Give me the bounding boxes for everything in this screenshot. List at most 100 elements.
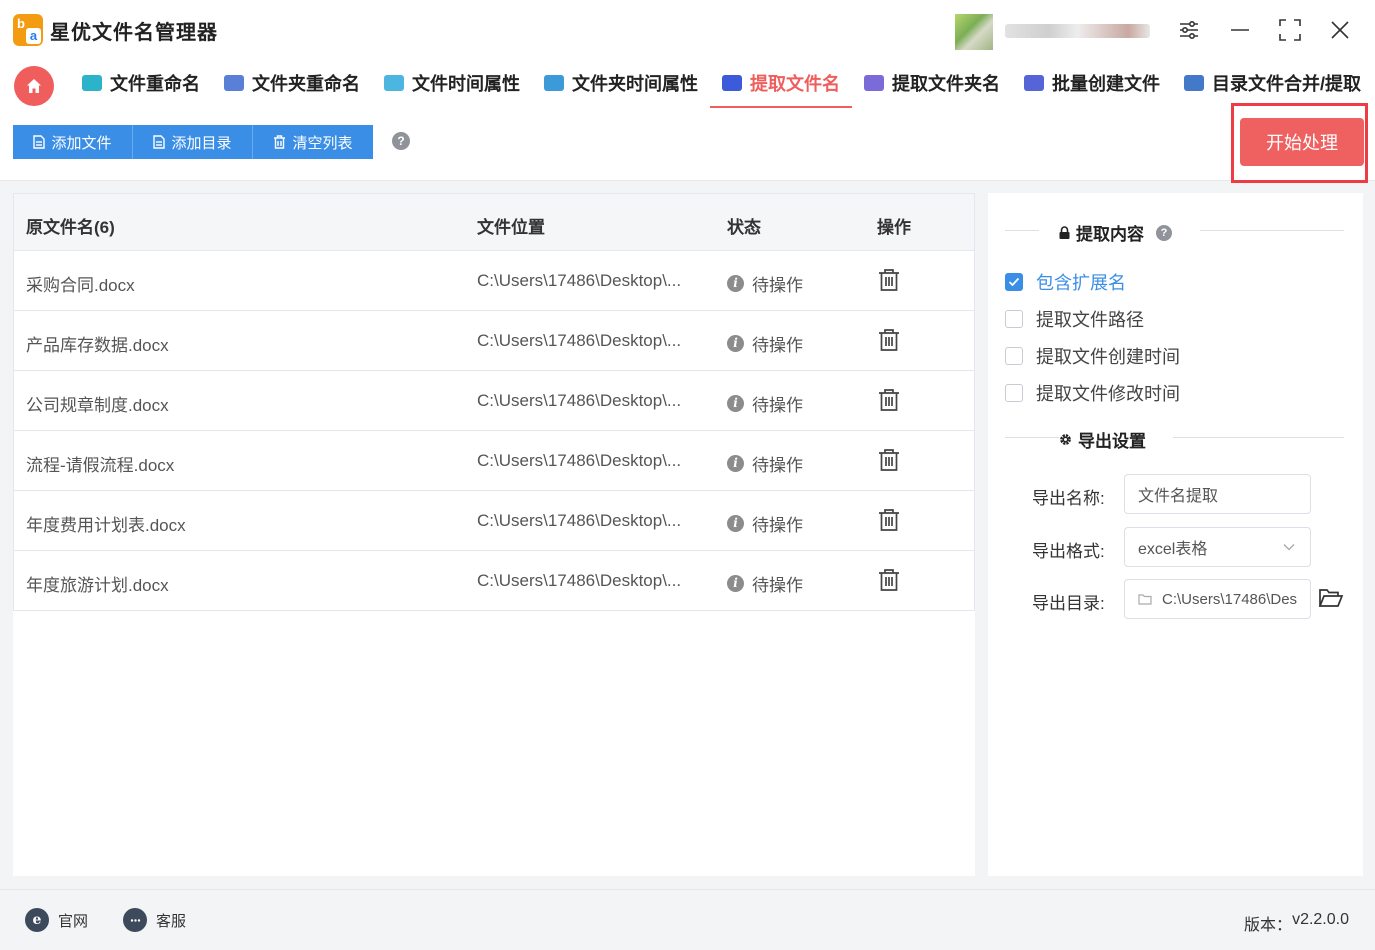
delete-row-button[interactable] [878, 328, 900, 357]
option-label: 提取文件创建时间 [1036, 347, 1180, 367]
extract-content-label: 提取内容 [1076, 225, 1144, 244]
divider [1200, 230, 1344, 231]
option-label: 提取文件修改时间 [1036, 384, 1180, 404]
settings-icon [1180, 20, 1198, 40]
option-checkbox-2[interactable]: 提取文件创建时间 [1005, 343, 1180, 369]
help-icon[interactable]: ? [1156, 224, 1172, 241]
option-label: 包含扩展名 [1036, 273, 1126, 293]
clear-list-button[interactable]: 清空列表 [253, 125, 373, 159]
option-checkbox-0[interactable]: 包含扩展名 [1005, 269, 1126, 295]
delete-row-button[interactable] [878, 508, 900, 537]
checkbox[interactable] [1005, 273, 1023, 291]
nav-tab-0[interactable]: 文件重命名 [70, 60, 212, 106]
logo-letter-b: b [17, 16, 25, 31]
export-name-input[interactable]: 文件名提取 [1124, 474, 1311, 514]
minimize-icon [1231, 29, 1249, 31]
table-row[interactable]: 年度旅游计划.docx C:\Users\17486\Desktop\... i 待操… [13, 551, 975, 611]
gear-icon [1060, 434, 1071, 445]
option-checkbox-1[interactable]: 提取文件路径 [1005, 306, 1144, 332]
status-cell: i 待操作 [727, 511, 803, 536]
minimize-button[interactable] [1222, 12, 1258, 48]
checkbox[interactable] [1005, 310, 1023, 328]
nav-tab-label: 文件夹时间属性 [572, 74, 698, 94]
file-location-cell: C:\Users\17486\Desktop\... [477, 331, 682, 350]
delete-row-button[interactable] [878, 448, 900, 477]
file-time-icon [384, 75, 404, 91]
file-name-cell: 年度旅游计划.docx [26, 576, 169, 595]
nav-tab-label: 文件重命名 [110, 74, 200, 94]
add-file-button[interactable]: 添加文件 [13, 125, 133, 159]
table-header: 原文件名(6) 文件位置 状态 操作 [13, 193, 975, 251]
folder-small-icon [1138, 594, 1152, 605]
nav-tabs: 文件重命名 文件夹重命名 文件时间属性 文件夹时间属性 提取文件名 提取文件夹名 批量创建文… [70, 60, 1373, 110]
info-icon: i [727, 275, 744, 292]
table-row[interactable]: 流程-请假流程.docx C:\Users\17486\Desktop\... i 待… [13, 431, 975, 491]
header-status[interactable]: 状态 [727, 213, 761, 238]
website-link[interactable]: e 官网 [25, 908, 88, 932]
export-format-label: 导出格式: [1032, 542, 1105, 561]
nav-tab-5[interactable]: 提取文件夹名 [852, 60, 1012, 106]
export-format-select[interactable]: excel表格 [1124, 527, 1311, 567]
file-table: 原文件名(6) 文件位置 状态 操作 采购合同.docx C:\Users\174… [13, 193, 975, 876]
option-label: 提取文件路径 [1036, 310, 1144, 330]
divider [1005, 437, 1059, 438]
trash-icon [879, 269, 899, 291]
folder-open-icon [1318, 589, 1344, 607]
user-name-blurred[interactable] [1005, 24, 1150, 38]
status-cell: i 待操作 [727, 571, 803, 596]
nav-tab-2[interactable]: 文件时间属性 [372, 60, 532, 106]
info-icon: i [727, 455, 744, 472]
export-dir-input[interactable]: C:\Users\17486\Des [1124, 579, 1311, 619]
header-file-name[interactable]: 原文件名(6) [26, 213, 115, 238]
start-processing-button[interactable]: 开始处理 [1240, 118, 1364, 166]
table-row[interactable]: 年度费用计划表.docx C:\Users\17486\Desktop\... i 待… [13, 491, 975, 551]
help-icon[interactable]: ? [392, 132, 410, 150]
support-link[interactable]: 客服 [123, 908, 186, 932]
close-button[interactable] [1322, 12, 1358, 48]
status-cell: i 待操作 [727, 391, 803, 416]
export-settings-title: 导出设置 [1058, 427, 1146, 452]
export-name-label: 导出名称: [1032, 489, 1105, 508]
settings-button[interactable] [1171, 12, 1207, 48]
file-location-cell: C:\Users\17486\Desktop\... [477, 511, 682, 530]
delete-row-button[interactable] [878, 388, 900, 417]
nav-tab-7[interactable]: 目录文件合并/提取 [1172, 60, 1373, 106]
extract-content-title: 提取内容 ? [1058, 220, 1172, 245]
option-checkbox-3[interactable]: 提取文件修改时间 [1005, 380, 1180, 406]
status-cell: i 待操作 [727, 271, 803, 296]
rename-folder-icon [224, 75, 244, 91]
add-file-label: 添加文件 [51, 134, 112, 152]
nav-tab-4[interactable]: 提取文件名 [710, 60, 852, 108]
checkbox[interactable] [1005, 347, 1023, 365]
nav-tab-3[interactable]: 文件夹时间属性 [532, 60, 710, 106]
app-logo-icon: b a [13, 14, 43, 46]
nav-tab-1[interactable]: 文件夹重命名 [212, 60, 372, 106]
user-avatar[interactable] [955, 14, 993, 50]
table-row[interactable]: 公司规章制度.docx C:\Users\17486\Desktop\... i 待操… [13, 371, 975, 431]
footer: e 官网 客服 版本： v2.2.0.0 [0, 889, 1375, 950]
checkmark-icon [1008, 277, 1020, 287]
table-row[interactable]: 产品库存数据.docx C:\Users\17486\Desktop\... i 待操… [13, 311, 975, 371]
delete-row-button[interactable] [878, 268, 900, 297]
add-directory-button[interactable]: 添加目录 [133, 125, 253, 159]
trash-icon [879, 449, 899, 471]
header-action: 操作 [877, 218, 911, 237]
maximize-button[interactable] [1272, 12, 1308, 48]
info-icon: i [727, 575, 744, 592]
nav-tab-6[interactable]: 批量创建文件 [1012, 60, 1172, 106]
rename-file-icon [82, 75, 102, 91]
file-location-cell: C:\Users\17486\Desktop\... [477, 451, 682, 470]
nav-tab-label: 文件时间属性 [412, 74, 520, 94]
header-file-location[interactable]: 文件位置 [477, 213, 545, 238]
browse-folder-button[interactable] [1318, 587, 1344, 614]
delete-row-button[interactable] [878, 568, 900, 597]
nav-tab-label: 提取文件夹名 [892, 74, 1000, 94]
version-label: 版本： [1244, 917, 1293, 934]
home-button[interactable] [14, 66, 54, 106]
version-info: 版本： v2.2.0.0 [1244, 911, 1349, 935]
checkbox[interactable] [1005, 384, 1023, 402]
export-dir-value: C:\Users\17486\Des [1162, 590, 1298, 608]
table-row[interactable]: 采购合同.docx C:\Users\17486\Desktop\... i 待操作 [13, 251, 975, 311]
status-text: 待操作 [752, 336, 803, 355]
extract-filename-icon [722, 75, 742, 91]
